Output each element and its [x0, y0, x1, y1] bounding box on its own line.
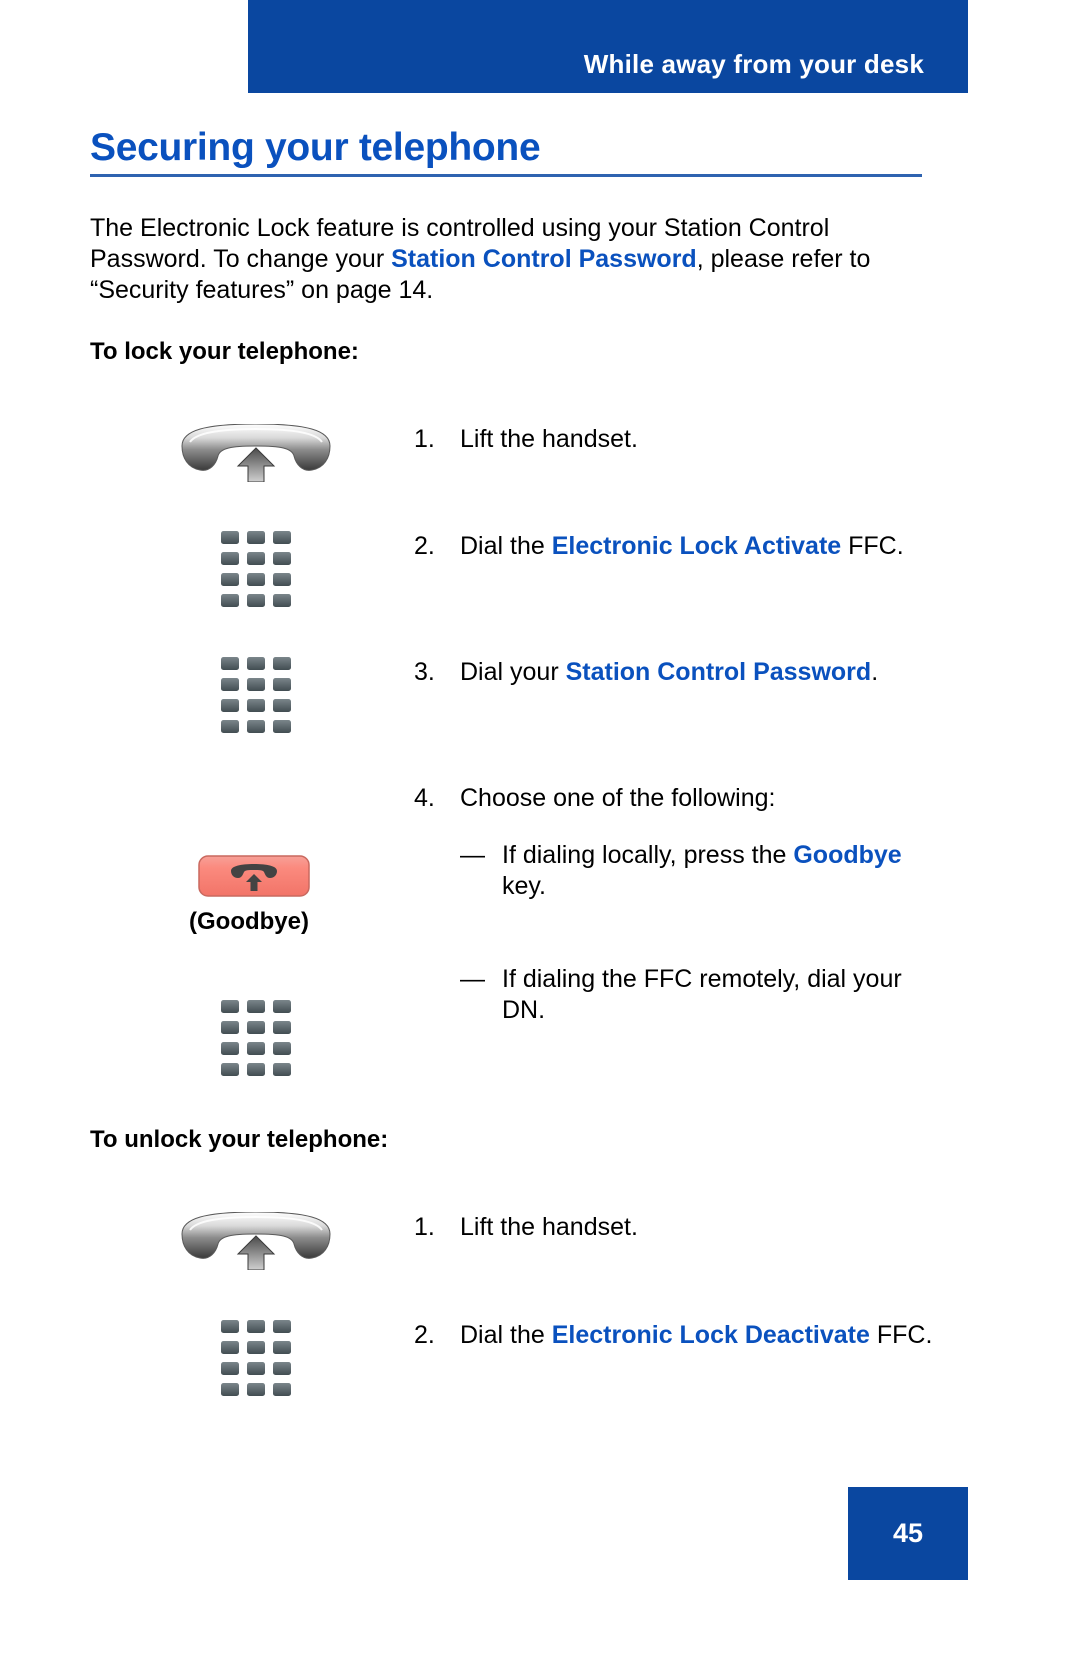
keypad-icon: [221, 531, 291, 612]
substep-dash: —: [460, 965, 485, 993]
substep-text: If dialing the FFC remotely, dial your D…: [502, 964, 938, 1026]
keypad-icon: [221, 1320, 291, 1401]
step-number: 1.: [414, 425, 435, 453]
step-text: Dial the Electronic Lock Activate FFC.: [460, 531, 934, 562]
substep-emphasis: Goodbye: [793, 841, 902, 869]
step-text: Lift the handset.: [460, 424, 934, 455]
step-lock-1: 1. Lift the handset.: [414, 424, 934, 455]
section-heading-unlock: To unlock your telephone:: [90, 1126, 389, 1153]
step-text: Lift the handset.: [460, 1212, 934, 1243]
handset-lift-icon: [176, 1211, 336, 1275]
step-text-before: Dial the: [460, 532, 552, 560]
substep-lock-remote: — If dialing the FFC remotely, dial your…: [460, 964, 938, 1026]
step-number: 2.: [414, 532, 435, 560]
step-lock-4: 4. Choose one of the following:: [414, 783, 934, 814]
handset-lift-icon: [176, 423, 336, 487]
goodbye-key-caption: (Goodbye): [189, 908, 309, 935]
step-text-before: Lift the handset.: [460, 425, 638, 453]
goodbye-key-icon[interactable]: [198, 855, 310, 902]
substep-text-after: key.: [502, 872, 546, 900]
step-text-after: FFC.: [841, 532, 904, 560]
step-unlock-2: 2. Dial the Electronic Lock Deactivate F…: [414, 1320, 934, 1351]
page-title: Securing your telephone: [90, 126, 541, 169]
substep-text: If dialing locally, press the Goodbye ke…: [502, 840, 938, 902]
step-number: 2.: [414, 1321, 435, 1349]
step-text-before: Lift the handset.: [460, 1213, 638, 1241]
keypad-icon: [221, 657, 291, 738]
step-text: Choose one of the following:: [460, 783, 934, 814]
intro-emphasis: Station Control Password: [391, 245, 697, 273]
step-lock-2: 2. Dial the Electronic Lock Activate FFC…: [414, 531, 934, 562]
step-text-after: FFC.: [869, 1321, 933, 1349]
step-emphasis: Electronic Lock Activate: [551, 532, 842, 560]
substep-dash: —: [460, 841, 485, 869]
step-number: 3.: [414, 658, 435, 686]
keypad-icon: [221, 1000, 291, 1081]
step-emphasis: Electronic Lock Deactivate: [551, 1321, 870, 1349]
page-number-box: 45: [848, 1487, 968, 1580]
step-text-before: Dial the: [460, 1321, 552, 1349]
step-lock-3: 3. Dial your Station Control Password.: [414, 657, 934, 688]
step-text: Dial the Electronic Lock Deactivate FFC.: [460, 1320, 934, 1351]
step-unlock-1: 1. Lift the handset.: [414, 1212, 934, 1243]
substep-lock-local: — If dialing locally, press the Goodbye …: [460, 840, 938, 902]
running-header-text: While away from your desk: [583, 49, 924, 79]
step-emphasis: Station Control Password: [565, 658, 872, 686]
step-number: 4.: [414, 784, 435, 812]
step-text-before: Dial your: [460, 658, 566, 686]
section-heading-lock: To lock your telephone:: [90, 338, 359, 365]
step-text: Dial your Station Control Password.: [460, 657, 934, 688]
running-header-banner: While away from your desk: [248, 0, 968, 93]
substep-text-before: If dialing locally, press the: [502, 841, 794, 869]
page-number: 45: [892, 1518, 924, 1548]
step-number: 1.: [414, 1213, 435, 1241]
step-text-before: Choose one of the following:: [460, 784, 776, 812]
step-text-after: .: [871, 658, 879, 686]
substep-text-before: If dialing the FFC remotely, dial your D…: [502, 965, 902, 1024]
title-underline-rule: [90, 174, 922, 177]
intro-paragraph: The Electronic Lock feature is controlle…: [90, 213, 918, 306]
